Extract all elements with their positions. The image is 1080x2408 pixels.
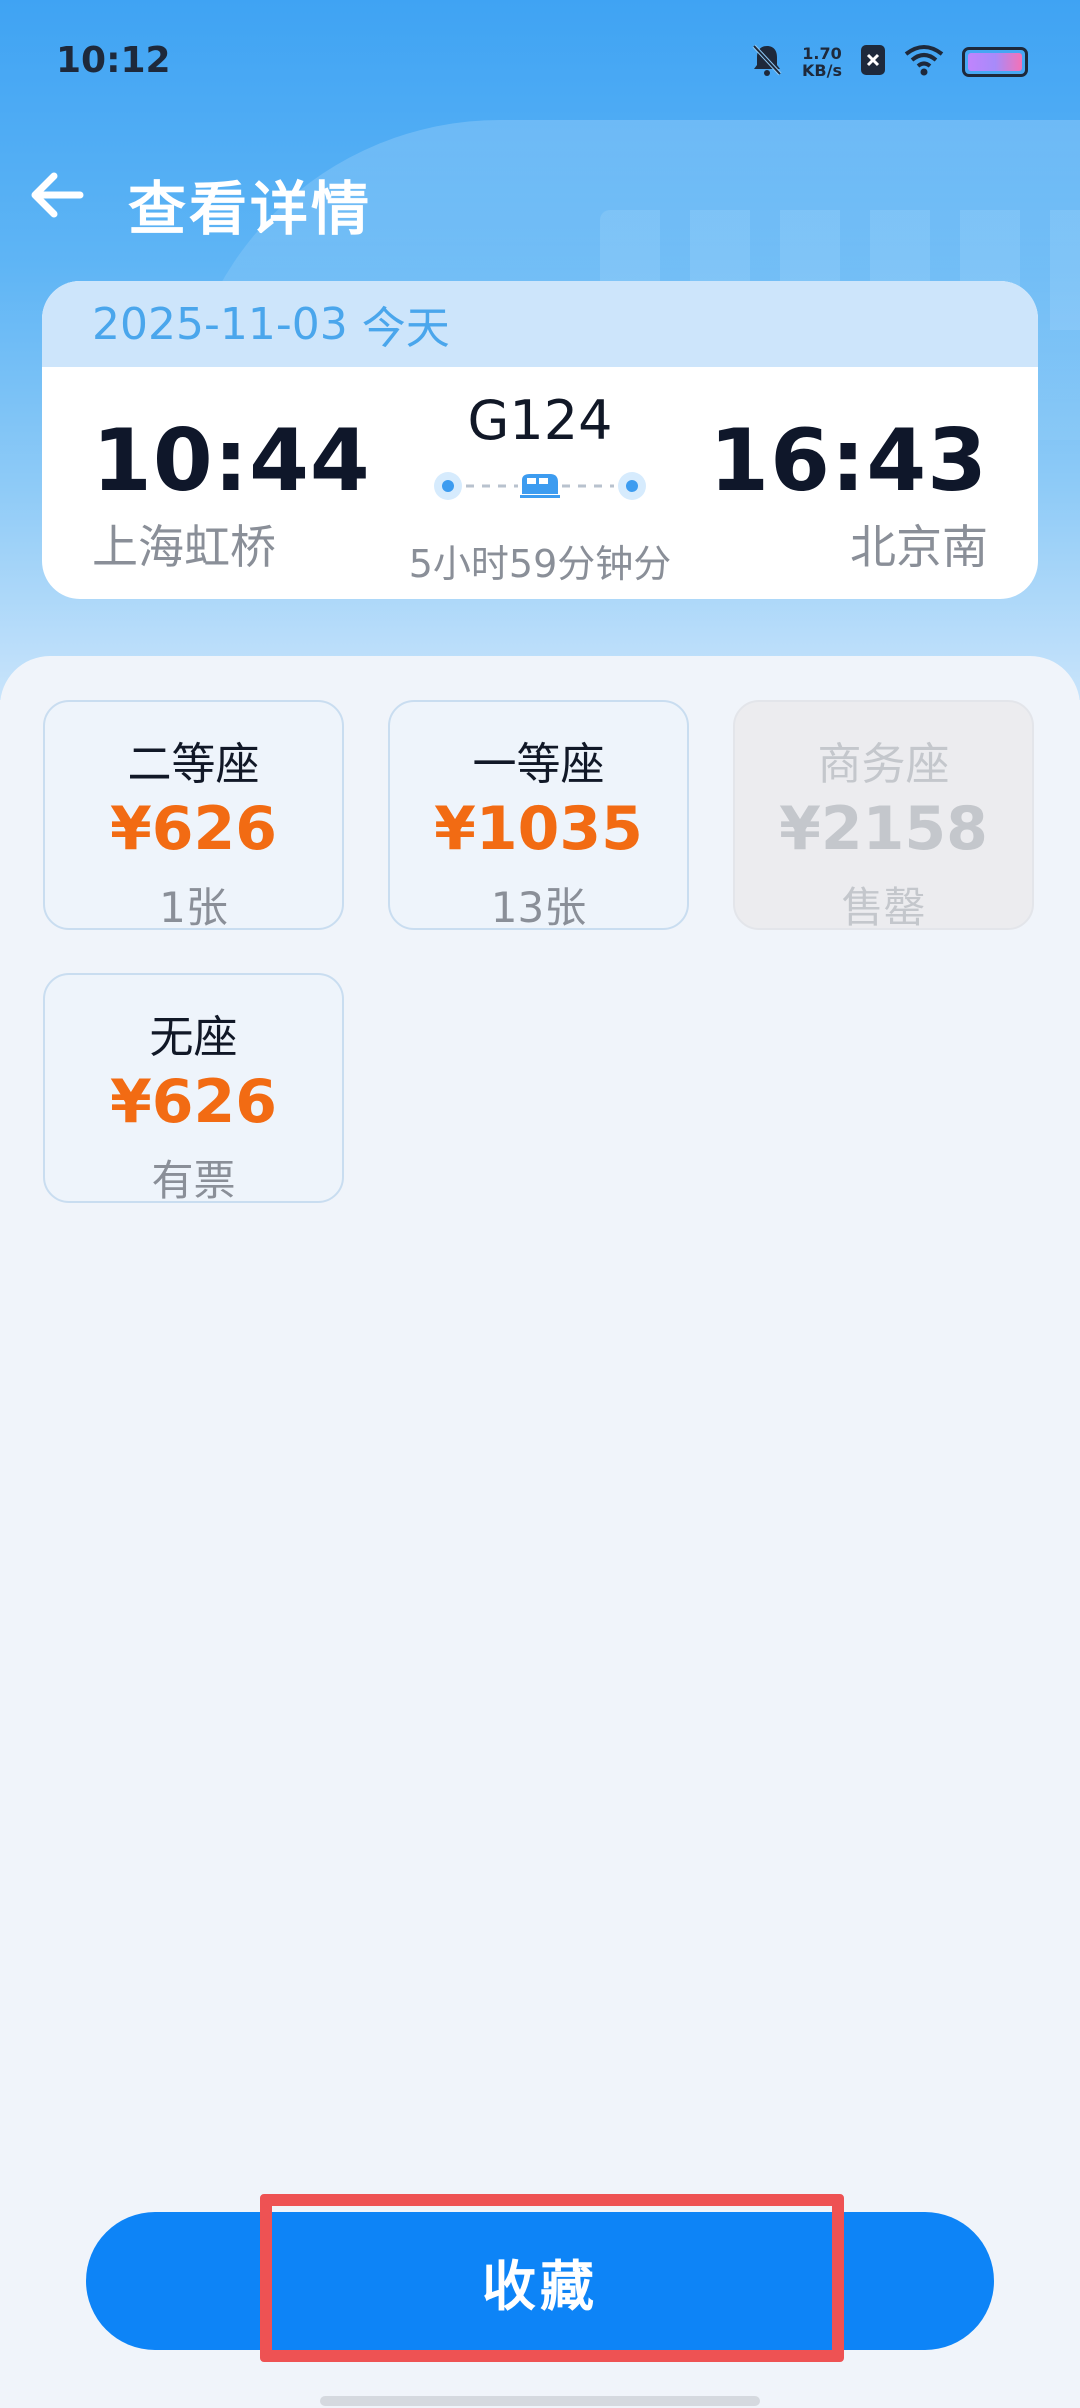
route-line <box>430 466 650 506</box>
seat-remaining: 13张 <box>490 883 587 930</box>
arrive-time: 16:43 <box>709 411 988 511</box>
bell-off-icon <box>750 42 784 82</box>
seat-price: ¥626 <box>110 1067 277 1137</box>
seat-name: 商务座 <box>817 739 950 790</box>
seat-name: 二等座 <box>127 739 260 790</box>
seat-name: 一等座 <box>472 739 605 790</box>
seat-card-business-class: 商务座 ¥2158 售罄 <box>733 700 1034 930</box>
status-icons: 1.70 KB/s <box>750 40 1028 84</box>
wifi-icon <box>904 44 944 80</box>
page-title: 查看详情 <box>128 175 373 243</box>
seat-card-first-class[interactable]: 一等座 ¥1035 13张 <box>388 700 689 930</box>
seat-remaining: 售罄 <box>841 883 926 930</box>
train-icon <box>520 474 560 498</box>
battery-icon <box>962 47 1028 77</box>
status-bar: 10:12 1.70 KB/s <box>0 0 1080 125</box>
network-speed-unit: KB/s <box>802 61 842 80</box>
network-speed-value: 1.70 <box>802 44 842 63</box>
trip-info-card: 2025-11-03 今天 10:44 上海虹桥 G124 5小时59分钟分 1… <box>42 281 1038 599</box>
day-label: 今天 <box>361 303 450 354</box>
sim-x-icon <box>860 44 886 80</box>
seat-card-second-class[interactable]: 二等座 ¥626 1张 <box>43 700 344 930</box>
seat-remaining: 有票 <box>151 1156 236 1203</box>
favorite-button[interactable]: 收藏 <box>86 2212 994 2350</box>
top-bar: 查看详情 <box>0 140 1080 250</box>
seat-price: ¥626 <box>110 794 277 864</box>
back-button[interactable] <box>24 162 90 228</box>
date-bar: 2025-11-03 今天 <box>42 281 1038 367</box>
arrive-station: 北京南 <box>850 520 988 574</box>
seat-remaining: 1张 <box>159 883 228 930</box>
network-speed: 1.70 KB/s <box>802 45 842 79</box>
trip-date: 2025-11-03 <box>92 298 348 350</box>
seat-card-no-seat[interactable]: 无座 ¥626 有票 <box>43 973 344 1203</box>
home-indicator[interactable] <box>320 2396 760 2406</box>
seat-name: 无座 <box>149 1012 238 1063</box>
seat-price: ¥2158 <box>779 794 988 864</box>
seat-price: ¥1035 <box>434 794 643 864</box>
arrow-left-icon <box>24 172 90 232</box>
status-time: 10:12 <box>56 40 171 81</box>
